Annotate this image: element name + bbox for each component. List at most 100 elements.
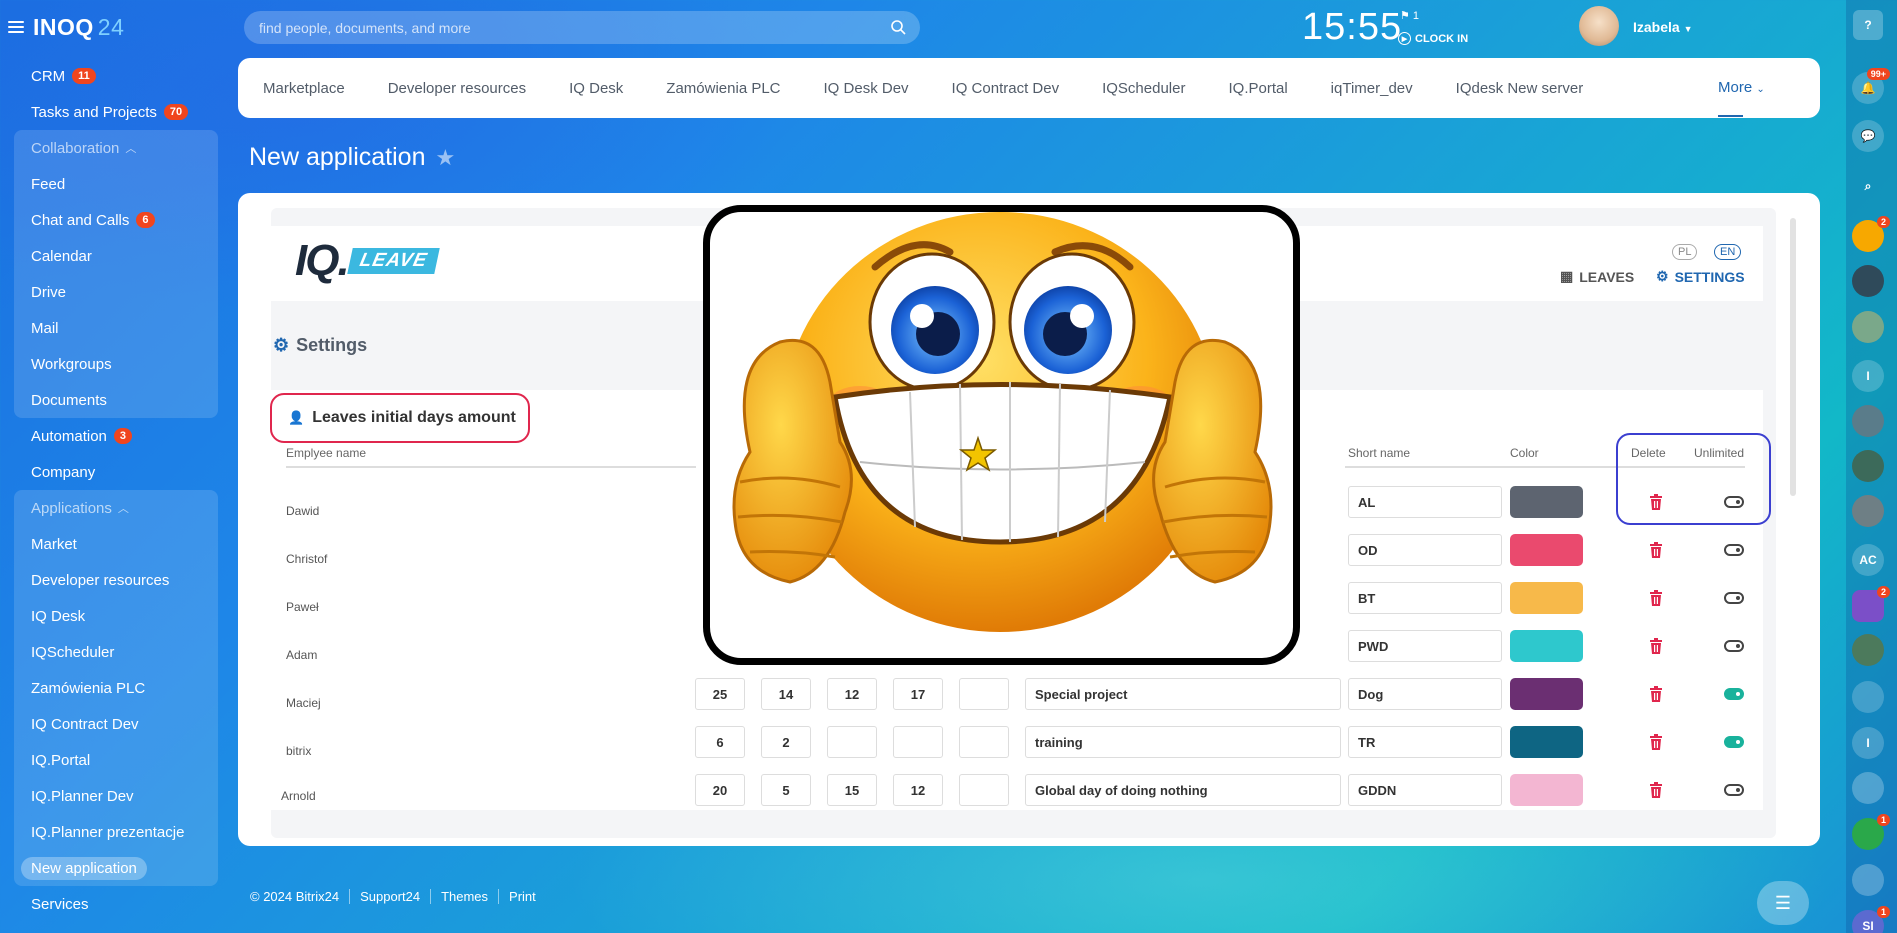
contact-avatar[interactable] bbox=[1852, 405, 1884, 437]
trash-icon[interactable] bbox=[1649, 734, 1663, 750]
menu-icon[interactable] bbox=[8, 21, 24, 33]
sidebar-item-crm[interactable]: CRM 11 bbox=[0, 58, 230, 94]
sidebar-item-services[interactable]: Services bbox=[0, 886, 230, 922]
contact-avatar[interactable] bbox=[1852, 495, 1884, 527]
color-swatch[interactable] bbox=[1510, 678, 1583, 710]
help-button[interactable]: ? bbox=[1853, 10, 1883, 40]
short-name-input[interactable]: Dog bbox=[1348, 678, 1502, 710]
search-icon[interactable] bbox=[890, 19, 906, 35]
contact-card-icon[interactable] bbox=[1852, 772, 1884, 804]
unlimited-toggle[interactable] bbox=[1724, 496, 1744, 508]
tab-iqscheduler[interactable]: IQScheduler bbox=[1102, 80, 1185, 97]
sidebar-item-documents[interactable]: Documents bbox=[14, 382, 218, 418]
contact-avatar[interactable] bbox=[1852, 265, 1884, 297]
messages-button[interactable]: 💬 bbox=[1852, 120, 1884, 152]
days-input[interactable] bbox=[893, 726, 943, 758]
days-input[interactable]: 15 bbox=[827, 774, 877, 806]
days-input[interactable] bbox=[959, 726, 1009, 758]
days-input[interactable]: 12 bbox=[893, 774, 943, 806]
user-menu[interactable]: Izabela ▼ bbox=[1633, 19, 1693, 35]
short-name-input[interactable]: PWD bbox=[1348, 630, 1502, 662]
user-avatar[interactable] bbox=[1579, 6, 1619, 46]
sidebar-item-iq-contract-dev[interactable]: IQ Contract Dev bbox=[14, 706, 218, 742]
lang-pl-button[interactable]: PL bbox=[1672, 244, 1698, 260]
tasks-chat-button[interactable]: 2 bbox=[1852, 586, 1890, 622]
unlimited-toggle[interactable] bbox=[1724, 592, 1744, 604]
short-name-input[interactable]: OD bbox=[1348, 534, 1502, 566]
sidebar-item-feed[interactable]: Feed bbox=[14, 166, 218, 202]
contact-avatar[interactable]: AC bbox=[1852, 544, 1884, 576]
days-input[interactable] bbox=[959, 774, 1009, 806]
settings-link[interactable]: ⚙ SETTINGS bbox=[1656, 268, 1745, 285]
unlimited-toggle[interactable] bbox=[1724, 736, 1744, 748]
trash-icon[interactable] bbox=[1649, 494, 1663, 510]
sidebar-item-iq-planner-dev[interactable]: IQ.Planner Dev bbox=[14, 778, 218, 814]
sidebar-item-market[interactable]: Market bbox=[14, 526, 218, 562]
footer-support-link[interactable]: Support24 bbox=[349, 889, 430, 904]
color-swatch[interactable] bbox=[1510, 630, 1583, 662]
short-name-input[interactable]: BT bbox=[1348, 582, 1502, 614]
flag-counter[interactable]: ⚑ 1 bbox=[1400, 9, 1419, 22]
collaboration-toggle[interactable]: Collaboration ︿ bbox=[14, 130, 218, 166]
scrollbar[interactable] bbox=[1790, 218, 1796, 496]
tab-more[interactable]: More ⌄ bbox=[1718, 79, 1765, 117]
days-input[interactable]: 2 bbox=[761, 726, 811, 758]
color-swatch[interactable] bbox=[1510, 486, 1583, 518]
contact-card-icon[interactable] bbox=[1852, 864, 1884, 896]
sidebar-item-chat[interactable]: Chat and Calls 6 bbox=[14, 202, 218, 238]
sidebar-item-iqscheduler[interactable]: IQScheduler bbox=[14, 634, 218, 670]
star-icon[interactable]: ★ bbox=[436, 145, 456, 171]
sidebar-item-tasks[interactable]: Tasks and Projects 70 bbox=[0, 94, 230, 130]
clock-in-button[interactable]: ▶ CLOCK IN bbox=[1398, 32, 1468, 45]
color-swatch[interactable] bbox=[1510, 774, 1583, 806]
days-input[interactable]: 5 bbox=[761, 774, 811, 806]
sidebar-item-automation[interactable]: Automation 3 bbox=[0, 418, 230, 454]
contact-avatar[interactable] bbox=[1852, 311, 1884, 343]
sidebar-item-workgroups[interactable]: Workgroups bbox=[14, 346, 218, 382]
color-swatch[interactable] bbox=[1510, 582, 1583, 614]
tab-iq-desk[interactable]: IQ Desk bbox=[569, 80, 623, 97]
contact-card-icon[interactable] bbox=[1852, 681, 1884, 713]
app-logo[interactable]: INOQ 24 bbox=[33, 14, 124, 41]
contact-avatar[interactable]: SI 1 bbox=[1852, 906, 1890, 933]
tab-iqdesk-new-server[interactable]: IQdesk New server bbox=[1456, 80, 1584, 97]
tab-iqtimer-dev[interactable]: iqTimer_dev bbox=[1331, 80, 1413, 97]
leave-type-name-input[interactable]: training bbox=[1025, 726, 1341, 758]
days-input[interactable] bbox=[959, 678, 1009, 710]
tab-marketplace[interactable]: Marketplace bbox=[263, 80, 345, 97]
applications-toggle[interactable]: Applications ︿ bbox=[14, 490, 218, 526]
leave-type-name-input[interactable]: Special project bbox=[1025, 678, 1341, 710]
notifications-button[interactable]: 🔔 99+ bbox=[1852, 68, 1890, 104]
sidebar-item-iq-portal[interactable]: IQ.Portal bbox=[14, 742, 218, 778]
tab-iq-desk-dev[interactable]: IQ Desk Dev bbox=[824, 80, 909, 97]
sidebar-item-mail[interactable]: Mail bbox=[14, 310, 218, 346]
days-input[interactable]: 14 bbox=[761, 678, 811, 710]
tab-iq-portal[interactable]: IQ.Portal bbox=[1228, 80, 1287, 97]
tab-iq-contract-dev[interactable]: IQ Contract Dev bbox=[952, 80, 1060, 97]
unlimited-toggle[interactable] bbox=[1724, 544, 1744, 556]
short-name-input[interactable]: AL bbox=[1348, 486, 1502, 518]
contact-avatar[interactable]: 2 bbox=[1852, 216, 1890, 252]
trash-icon[interactable] bbox=[1649, 782, 1663, 798]
trash-icon[interactable] bbox=[1649, 638, 1663, 654]
contact-avatar[interactable]: I bbox=[1852, 727, 1884, 759]
chat-widget-button[interactable]: ☰ bbox=[1757, 881, 1809, 925]
color-swatch[interactable] bbox=[1510, 726, 1583, 758]
sidebar-item-company[interactable]: Company bbox=[0, 454, 230, 490]
right-search-button[interactable]: ⌕ bbox=[1852, 170, 1884, 202]
contact-card-icon[interactable]: 1 bbox=[1852, 814, 1890, 850]
days-input[interactable]: 25 bbox=[695, 678, 745, 710]
leaves-link[interactable]: ▦ LEAVES bbox=[1560, 268, 1634, 285]
days-input[interactable] bbox=[827, 726, 877, 758]
sidebar-item-zamowienia-plc[interactable]: Zamówienia PLC bbox=[14, 670, 218, 706]
search-input[interactable]: find people, documents, and more bbox=[244, 11, 920, 44]
sidebar-item-drive[interactable]: Drive bbox=[14, 274, 218, 310]
sidebar-item-calendar[interactable]: Calendar bbox=[14, 238, 218, 274]
contact-avatar[interactable] bbox=[1852, 450, 1884, 482]
sidebar-item-iq-desk[interactable]: IQ Desk bbox=[14, 598, 218, 634]
unlimited-toggle[interactable] bbox=[1724, 688, 1744, 700]
lang-en-button[interactable]: EN bbox=[1714, 244, 1742, 260]
days-input[interactable]: 12 bbox=[827, 678, 877, 710]
sidebar-item-developer-resources[interactable]: Developer resources bbox=[14, 562, 218, 598]
leave-type-name-input[interactable]: Global day of doing nothing bbox=[1025, 774, 1341, 806]
